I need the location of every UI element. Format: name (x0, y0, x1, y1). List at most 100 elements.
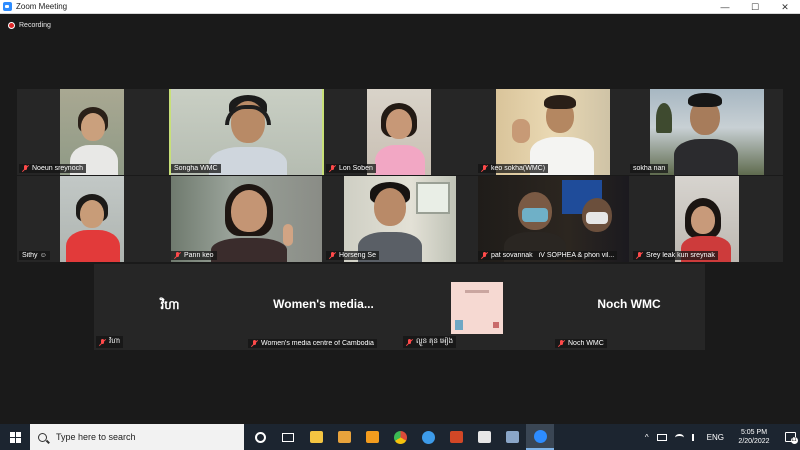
notification-icon: 11 (784, 432, 798, 444)
participant-video (675, 176, 739, 262)
minimize-button[interactable]: — (710, 0, 740, 14)
powerpoint-button[interactable] (442, 424, 470, 450)
wifi-icon[interactable] (674, 433, 684, 441)
participant-name-badge: Sithy ☺ (19, 251, 50, 260)
file-explorer-button[interactable] (302, 424, 330, 450)
participant-tile[interactable]: sokha nan (628, 89, 783, 175)
participant-tile[interactable]: Lon Soben (324, 89, 476, 175)
participant-name-badge: វិហា (96, 336, 124, 348)
chrome-button[interactable] (386, 424, 414, 450)
outlook-button[interactable] (358, 424, 386, 450)
battery-icon[interactable] (656, 433, 667, 441)
clock[interactable]: 5:05 PM 2/20/2022 (728, 428, 780, 446)
participant-video (171, 89, 322, 175)
show-hidden-icons-chevron[interactable]: ^ (645, 433, 649, 442)
participant-name: Noeun sreynoch (32, 165, 83, 172)
participant-tile[interactable]: Pann keo (169, 176, 324, 262)
participant-tile[interactable]: Horseng Se (324, 176, 476, 262)
mic-muted-icon (174, 252, 181, 259)
edge-icon (421, 430, 435, 444)
cortana-icon (254, 431, 266, 443)
participant-name: Women's media centre of Cambodia (261, 340, 374, 347)
media-player-button[interactable] (330, 424, 358, 450)
participant-name-badge: Srey leak kun sreynak (633, 251, 718, 260)
participant-display-name: វិហា (160, 298, 180, 312)
clapper-app-button[interactable] (470, 424, 498, 450)
participant-tile-no-video[interactable]: Noch WMC Noch WMC (553, 264, 705, 350)
mic-muted-icon (329, 252, 336, 259)
participant-name: Lon Soben (339, 165, 373, 172)
participant-tile[interactable]: pat sovannak iV SOPHEA & phon vil... (476, 176, 631, 262)
participant-tile-active-speaker[interactable]: Songha WMC (169, 89, 324, 175)
mic-muted-icon (99, 338, 106, 346)
emoji-icon: ☺ (39, 252, 47, 259)
participant-name-badge: pat sovannak iV SOPHEA & phon vil... (478, 251, 618, 260)
clock-time: 5:05 PM (740, 429, 768, 436)
participant-name: sokha nan (633, 165, 666, 172)
action-center-button[interactable]: 11 (780, 424, 800, 450)
mic-muted-icon (329, 165, 336, 172)
mic-muted-icon (636, 252, 643, 259)
participant-name-badge: Pann keo (171, 251, 217, 260)
mic-muted-icon (558, 340, 565, 347)
taskbar-search-box[interactable]: Type here to search (30, 424, 244, 450)
participant-profile-picture (451, 282, 503, 334)
input-language[interactable]: ENG (707, 433, 724, 442)
participant-video (496, 89, 610, 175)
participant-name: វិហា (109, 338, 121, 345)
close-button[interactable]: ✕ (770, 0, 800, 14)
window-controls: — ☐ ✕ (710, 0, 800, 14)
edge-button[interactable] (414, 424, 442, 450)
participant-tile[interactable]: ល្ងួន គុន អៀង (401, 264, 553, 350)
participant-name-badge: Noch WMC (555, 339, 607, 348)
participant-name: keo sokha(WMC) (491, 165, 546, 172)
participant-tile[interactable]: Sithy ☺ (17, 176, 169, 262)
maximize-button[interactable]: ☐ (740, 0, 770, 14)
zoom-app-icon (3, 2, 12, 11)
mic-muted-icon (22, 165, 29, 172)
record-icon (8, 22, 15, 29)
zoom-taskbar-button[interactable] (526, 424, 554, 450)
windows-logo-icon (9, 431, 21, 443)
participant-name: iV SOPHEA & phon vil... (538, 252, 615, 259)
participant-tile-no-video[interactable]: វិហា វិហា (94, 264, 246, 350)
participant-name: Srey leak kun sreynak (646, 252, 715, 259)
folder-icon (309, 431, 323, 443)
participant-tile[interactable]: Srey leak kun sreynak (631, 176, 783, 262)
start-button[interactable] (0, 424, 30, 450)
task-view-button[interactable] (274, 424, 302, 450)
participant-video (60, 176, 124, 262)
powerpoint-icon (449, 431, 463, 443)
zoom-icon (533, 429, 547, 443)
participant-video (650, 89, 764, 175)
participant-video (367, 89, 431, 175)
mic-muted-icon (406, 338, 413, 346)
outlook-icon (365, 431, 379, 443)
window-title: Zoom Meeting (16, 2, 68, 11)
volume-icon[interactable] (691, 433, 699, 441)
participant-display-name: Women's media... (273, 297, 374, 311)
cortana-button[interactable] (246, 424, 274, 450)
recording-indicator[interactable]: Recording (8, 22, 51, 29)
participant-name: Songha WMC (174, 165, 218, 172)
mic-muted-icon (481, 165, 488, 172)
participant-name: Sithy (22, 252, 38, 259)
participant-name-badge: Lon Soben (326, 164, 376, 173)
participant-tile[interactable]: Noeun sreynoch (17, 89, 169, 175)
participant-name: pat sovannak (491, 252, 533, 259)
windows-taskbar: Type here to search ^ ENG 5:05 PM 2/20/2… (0, 424, 800, 450)
participant-name-badge: sokha nan (630, 164, 669, 173)
participant-video (478, 176, 629, 262)
participant-video (60, 89, 124, 175)
participant-tile[interactable]: keo sokha(WMC) (476, 89, 628, 175)
participant-display-name: Noch WMC (597, 297, 661, 311)
notification-count: 11 (790, 437, 798, 444)
participant-name: Horseng Se (339, 252, 376, 259)
mic-muted-icon (251, 340, 258, 347)
network-drive-button[interactable] (498, 424, 526, 450)
media-player-icon (337, 431, 351, 443)
network-drive-icon (505, 431, 519, 443)
participant-tile-no-video[interactable]: Women's media... Women's media centre of… (246, 264, 401, 350)
participant-name: Noch WMC (568, 340, 604, 347)
system-tray: ^ ENG 5:05 PM 2/20/2022 11 (641, 424, 800, 450)
